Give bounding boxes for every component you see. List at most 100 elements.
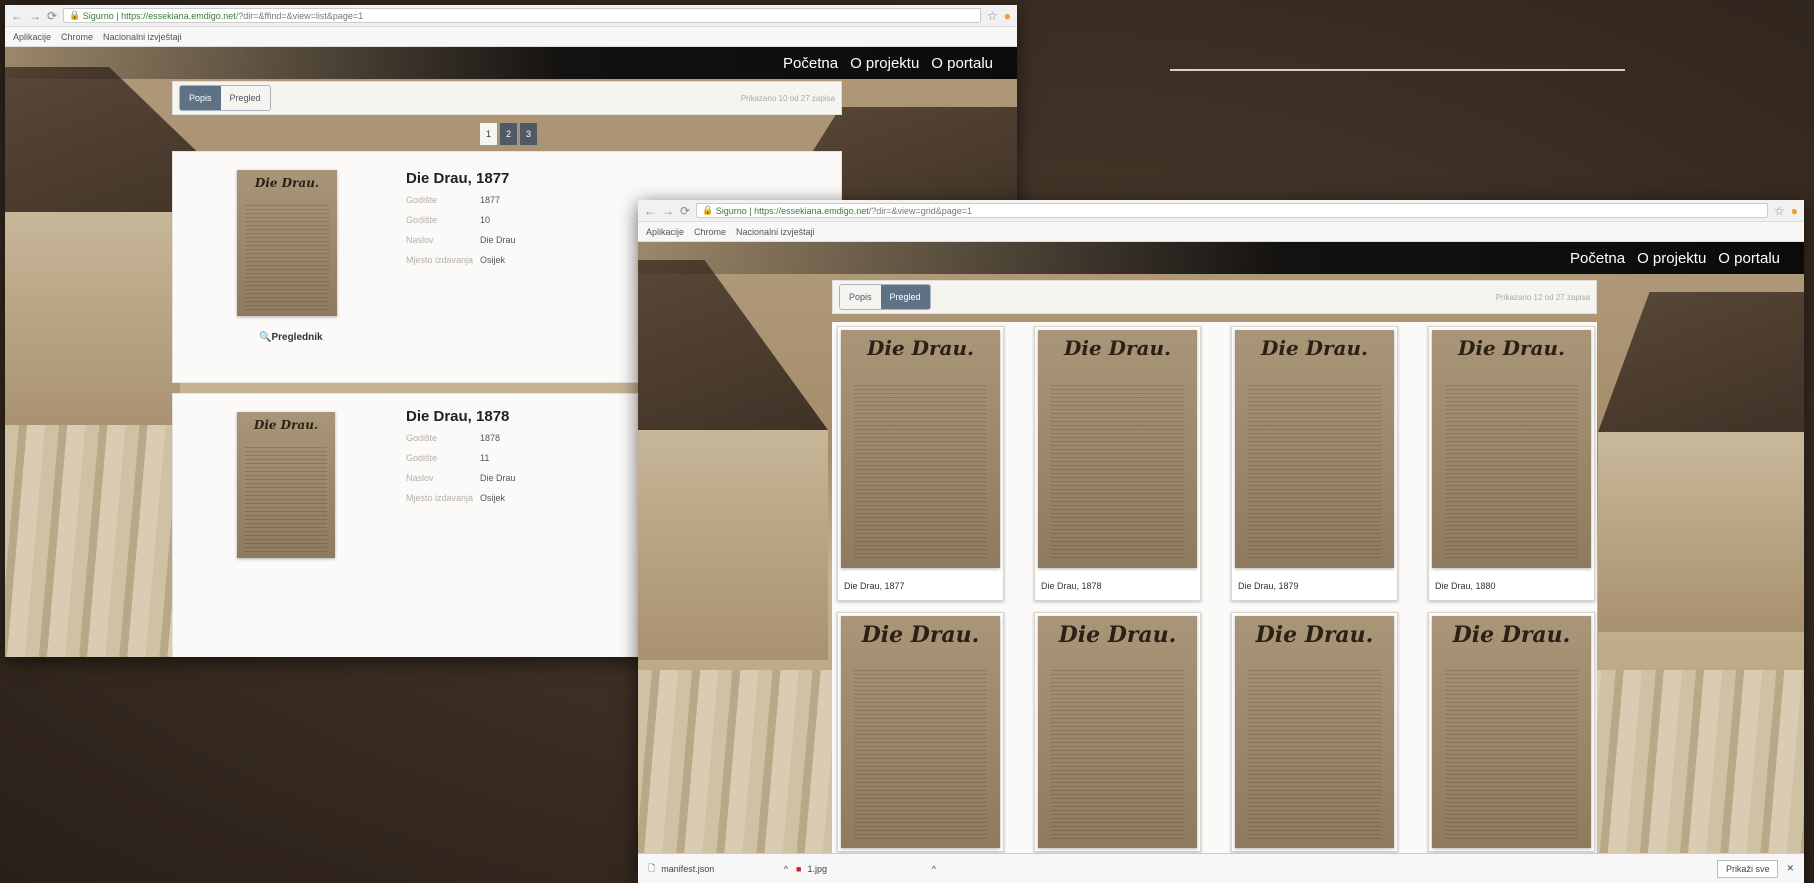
- meta-labels: Godište Godište Naslov Mjesto izdavanja: [406, 190, 473, 270]
- value-year: 1877: [480, 195, 501, 205]
- view-toolbar: Popis Pregled Prikazano 10 od 27 zapisa: [172, 81, 842, 115]
- nav-home[interactable]: Početna: [783, 55, 838, 72]
- masthead-text: Die Drau.: [1458, 336, 1565, 360]
- label-year: Godište: [406, 195, 438, 205]
- value-place: Osijek: [480, 255, 506, 265]
- bookmark-item[interactable]: Aplikacije: [646, 227, 684, 237]
- masthead-text: Die Drau.: [253, 418, 319, 432]
- grid-view-button[interactable]: Pregled: [221, 86, 270, 110]
- star-icon[interactable]: ☆: [987, 9, 998, 23]
- forward-icon[interactable]: →: [29, 9, 41, 23]
- bookmark-item[interactable]: Chrome: [61, 32, 93, 42]
- grid-item-caption: Die Drau, 1877: [844, 581, 905, 591]
- grid-item[interactable]: Die Drau.: [1034, 612, 1201, 852]
- url-path: /?dir=&view=grid&page=1: [868, 205, 973, 216]
- view-toolbar: Popis Pregled Prikazano 12 od 27 zapisa: [832, 280, 1597, 314]
- chevron-up-icon[interactable]: ^: [784, 864, 788, 874]
- bookmark-item[interactable]: Aplikacije: [13, 32, 51, 42]
- page-content: Početna O projektu O portalu Popis Pregl…: [638, 242, 1804, 853]
- url-host: https://essekiana.emdigo.net: [121, 10, 236, 21]
- list-view-button[interactable]: Popis: [180, 86, 221, 110]
- value-issues: 10: [480, 215, 491, 225]
- url-field[interactable]: 🔒 Sigurno | https://essekiana.emdigo.net…: [696, 203, 1768, 218]
- newspaper-thumbnail: Die Drau.: [1038, 616, 1197, 848]
- masthead-text: Die Drau.: [1261, 336, 1368, 360]
- back-icon[interactable]: ←: [644, 204, 656, 218]
- item-title[interactable]: Die Drau, 1878: [406, 408, 509, 425]
- record-count: Prikazano 12 od 27 zapisa: [1495, 292, 1590, 302]
- nav-home[interactable]: Početna: [1570, 250, 1625, 267]
- bookmark-item[interactable]: Nacionalni izvještaji: [103, 32, 182, 42]
- chevron-up-icon[interactable]: ^: [932, 864, 936, 874]
- lock-icon: 🔒: [702, 205, 716, 215]
- show-all-button[interactable]: Prikaži sve: [1716, 859, 1779, 878]
- download-item[interactable]: 🗋 manifest.json ^: [648, 861, 788, 877]
- grid-item-caption: Die Drau, 1878: [1041, 581, 1102, 591]
- newspaper-thumbnail: Die Drau.: [841, 616, 1000, 848]
- list-view-button[interactable]: Popis: [840, 285, 881, 309]
- extension-icon[interactable]: ●: [1004, 9, 1011, 23]
- background-photo-roof: [638, 260, 828, 430]
- forward-icon[interactable]: →: [662, 204, 674, 218]
- page-link-3[interactable]: 3: [520, 123, 537, 145]
- page-link-2[interactable]: 2: [500, 123, 517, 145]
- download-item[interactable]: ■ 1.jpg ^: [796, 864, 936, 874]
- grid-item[interactable]: Die Drau. Die Drau, 1880: [1428, 326, 1595, 601]
- grid-item[interactable]: Die Drau. Die Drau, 1879: [1231, 326, 1398, 601]
- bookmark-item[interactable]: Nacionalni izvještaji: [736, 227, 815, 237]
- record-count: Prikazano 10 od 27 zapisa: [740, 93, 835, 103]
- browser-window-grid: ← → ⟳ 🔒 Sigurno | https://essekiana.emdi…: [638, 200, 1804, 883]
- newspaper-thumbnail[interactable]: Die Drau.: [237, 412, 335, 558]
- back-icon[interactable]: ←: [11, 9, 23, 23]
- nav-about-project[interactable]: O projektu: [850, 55, 919, 72]
- masthead-text: Die Drau.: [1058, 622, 1177, 648]
- label-year: Godište: [406, 433, 438, 443]
- page-link-1[interactable]: 1: [480, 123, 497, 145]
- label-issues: Godište: [406, 215, 438, 225]
- label-title: Naslov: [406, 473, 434, 483]
- secure-label: Sigurno: [715, 205, 747, 216]
- newspaper-thumbnail: Die Drau.: [1038, 330, 1197, 568]
- extension-icon[interactable]: ●: [1791, 204, 1798, 218]
- grid-item[interactable]: Die Drau.: [837, 612, 1004, 852]
- masthead-text: Die Drau.: [861, 622, 980, 648]
- meta-labels: Godište Godište Naslov Mjesto izdavanja: [406, 428, 473, 508]
- label-title: Naslov: [406, 235, 434, 245]
- nav-about-project[interactable]: O projektu: [1637, 250, 1706, 267]
- grid-item[interactable]: Die Drau. Die Drau, 1878: [1034, 326, 1201, 601]
- value-issues: 11: [480, 453, 490, 463]
- grid-item[interactable]: Die Drau. Die Drau, 1877: [837, 326, 1004, 601]
- reload-icon[interactable]: ⟳: [47, 9, 57, 23]
- close-icon[interactable]: ✕: [1786, 863, 1794, 874]
- item-title[interactable]: Die Drau, 1877: [406, 170, 509, 187]
- reload-icon[interactable]: ⟳: [680, 204, 690, 218]
- download-filename: manifest.json: [661, 863, 715, 874]
- url-path: /?dir=&ffind=&view=list&page=1: [235, 10, 364, 21]
- download-filename: 1.jpg: [807, 863, 827, 874]
- grid-view-button[interactable]: Pregled: [880, 285, 930, 309]
- url-field[interactable]: 🔒 Sigurno | https://essekiana.emdigo.net…: [63, 8, 981, 23]
- nav-about-portal[interactable]: O portalu: [1718, 250, 1780, 267]
- masthead-text: Die Drau.: [1064, 336, 1171, 360]
- view-toggle: Popis Pregled: [839, 284, 931, 310]
- viewer-link[interactable]: 🔍Preglednik: [259, 332, 323, 343]
- grid-item[interactable]: Die Drau.: [1231, 612, 1398, 852]
- meta-values: 1878 11 Die Drau Osijek: [480, 428, 516, 508]
- value-name: Die Drau: [480, 235, 516, 245]
- viewer-label: Preglednik: [271, 332, 323, 343]
- newspaper-thumbnail: Die Drau.: [1432, 616, 1591, 848]
- downloads-bar: 🗋 manifest.json ^ ■ 1.jpg ^ Prikaži sve …: [638, 853, 1804, 883]
- lock-icon: 🔒: [69, 10, 83, 20]
- grid-item[interactable]: Die Drau.: [1428, 612, 1595, 852]
- background-photo-roof: [1598, 292, 1804, 432]
- newspaper-thumbnail[interactable]: Die Drau.: [237, 170, 337, 316]
- url-host: https://essekiana.emdigo.net: [754, 205, 869, 216]
- nav-about-portal[interactable]: O portalu: [931, 55, 993, 72]
- star-icon[interactable]: ☆: [1774, 204, 1785, 218]
- view-toggle: Popis Pregled: [179, 85, 271, 111]
- bookmark-item[interactable]: Chrome: [694, 227, 726, 237]
- pagination: 1 2 3: [480, 123, 537, 145]
- masthead-text: Die Drau.: [1255, 622, 1374, 648]
- grid-item-caption: Die Drau, 1880: [1435, 581, 1496, 591]
- address-bar: ← → ⟳ 🔒 Sigurno | https://essekiana.emdi…: [638, 200, 1804, 222]
